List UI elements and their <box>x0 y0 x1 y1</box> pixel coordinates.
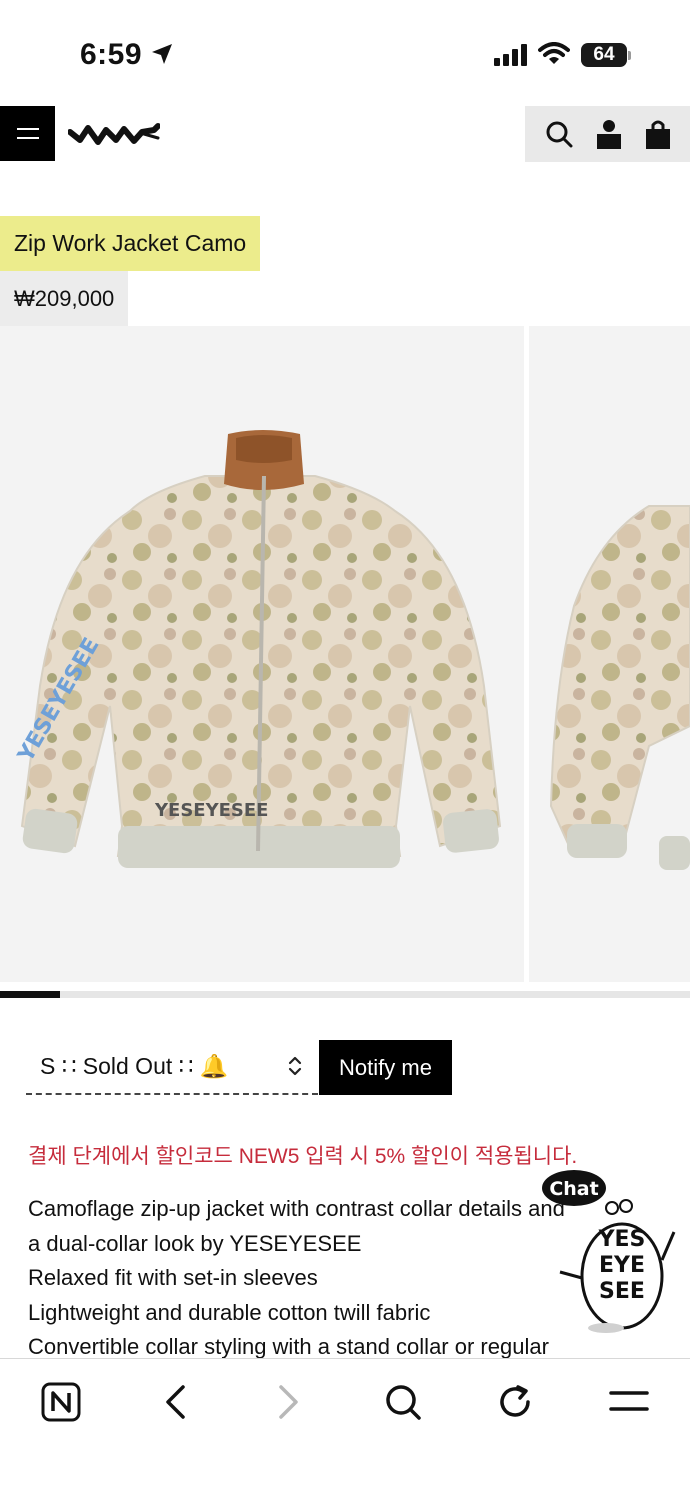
back-icon <box>166 1385 185 1419</box>
status-bar: 6:59 64 <box>0 0 690 100</box>
search-icon[interactable] <box>545 120 573 148</box>
battery-indicator: 64 <box>581 43 627 67</box>
back-button[interactable] <box>152 1379 198 1425</box>
svg-text:SEE: SEE <box>599 1279 645 1304</box>
wifi-icon <box>538 42 570 64</box>
reload-button[interactable] <box>492 1379 538 1425</box>
promo-text: 결제 단계에서 할인코드 NEW5 입력 시 5% 할인이 적용됩니다. <box>28 1145 578 1168</box>
menu-icon-bar <box>16 128 39 130</box>
gallery-progress <box>0 991 690 998</box>
site-header <box>0 106 690 162</box>
location-arrow-icon <box>152 44 172 64</box>
account-icon[interactable] <box>596 119 622 149</box>
notify-me-button[interactable]: Notify me <box>319 1040 452 1095</box>
menu-button[interactable] <box>0 106 55 161</box>
size-select[interactable]: S ∷ Sold Out ∷ 🔔 <box>26 1040 318 1095</box>
header-actions <box>525 106 690 162</box>
bag-icon[interactable] <box>645 119 671 149</box>
product-title: Zip Work Jacket Camo <box>0 216 261 271</box>
brand-logo[interactable] <box>68 120 160 148</box>
product-price: ₩209,000 <box>0 271 129 326</box>
svg-text:YESEYESEE: YESEYESEE <box>154 800 268 821</box>
gallery-slide[interactable] <box>529 326 690 982</box>
chat-widget[interactable]: Chat YES EYE SEE <box>540 1168 680 1333</box>
svg-text:EYE: EYE <box>599 1253 645 1278</box>
select-chevrons-icon <box>288 1056 302 1076</box>
product-image-jacket: YESEYESEE YESEYESEE <box>13 430 502 868</box>
browser-toolbar <box>0 1358 690 1500</box>
gallery-progress-fill <box>0 991 61 998</box>
hamburger-icon <box>609 1391 649 1411</box>
forward-button[interactable] <box>266 1379 312 1425</box>
naver-icon <box>41 1382 81 1422</box>
browser-search-button[interactable] <box>380 1379 426 1425</box>
forward-icon <box>279 1385 298 1419</box>
cellular-signal-icon <box>494 44 527 66</box>
battery-cap <box>628 51 631 60</box>
size-select-value: S ∷ Sold Out ∷ 🔔 <box>40 1053 229 1079</box>
product-gallery[interactable]: YESEYESEE YESEYESEE <box>0 326 690 982</box>
chat-mascot-icon: Chat YES EYE SEE <box>542 1170 676 1333</box>
reload-icon <box>500 1385 530 1417</box>
search-icon <box>386 1385 421 1420</box>
gallery-slide[interactable]: YESEYESEE YESEYESEE <box>0 326 524 982</box>
product-image-jacket-back <box>549 505 690 870</box>
description-line: Convertible collar styling with a stand … <box>28 1334 549 1358</box>
naver-home-button[interactable] <box>38 1379 84 1425</box>
status-time: 6:59 <box>80 38 143 71</box>
chat-label: Chat <box>549 1178 598 1200</box>
menu-icon-bar <box>16 137 39 139</box>
browser-menu-button[interactable] <box>606 1379 652 1425</box>
svg-text:YES: YES <box>598 1227 646 1252</box>
